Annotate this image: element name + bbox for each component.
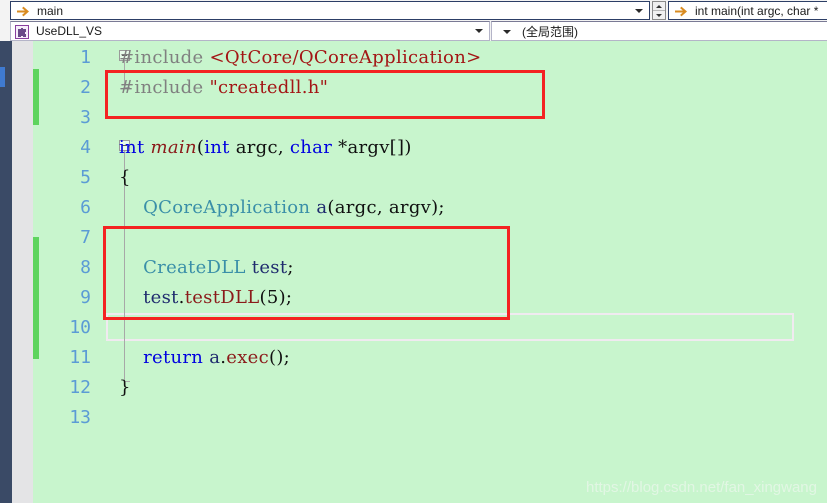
code-editor[interactable]: 1 #include <QtCore/QCoreApplication> 2 #inc… — [0, 41, 827, 503]
project-puzzle-icon — [15, 25, 29, 39]
code-token: (); — [269, 347, 291, 368]
line-number: 4 — [80, 137, 91, 158]
code-token: char — [289, 137, 333, 158]
line-content[interactable]: return a.exec(); — [119, 343, 290, 373]
code-line[interactable]: 6 QCoreApplication a(argc, argv); — [33, 193, 827, 223]
code-line[interactable]: 4 int main(int argc, char *argv[]) — [33, 133, 827, 163]
code-line[interactable]: 12} — [33, 373, 827, 403]
scope-dropdown[interactable]: (全局范围) — [491, 21, 827, 41]
scope-dropdown-value: (全局范围) — [522, 24, 578, 39]
chevron-down-icon[interactable] — [503, 30, 511, 34]
line-content[interactable]: } — [119, 373, 131, 403]
code-line[interactable]: 5{ — [33, 163, 827, 193]
line-number: 2 — [80, 77, 91, 98]
code-line[interactable]: 1 #include <QtCore/QCoreApplication> — [33, 43, 827, 73]
annotation-box-usage — [103, 226, 510, 320]
line-number: 10 — [69, 317, 91, 338]
chevron-down-icon[interactable] — [475, 29, 483, 33]
navigation-spinner[interactable] — [652, 1, 666, 20]
navigation-bar-row-1: main int main(int argc, char * — [0, 0, 827, 21]
code-token: a — [310, 197, 328, 218]
code-token: exec — [226, 347, 270, 368]
line-content[interactable]: { — [119, 163, 131, 193]
watermark-text: https://blog.csdn.net/fan_xingwang — [586, 479, 817, 496]
code-token: argc, — [229, 137, 290, 158]
visual-studio-editor-window: main int main(int argc, char * UseDLL_VS… — [0, 0, 827, 503]
member-dropdown-value: main — [37, 3, 64, 18]
editor-left-strip — [0, 41, 12, 503]
code-token: a — [203, 347, 221, 368]
line-number: 11 — [69, 347, 91, 368]
code-token: { — [119, 167, 131, 188]
line-number: 1 — [80, 47, 91, 68]
code-token: return — [119, 347, 204, 368]
annotation-box-include — [105, 70, 545, 119]
line-content[interactable]: int main(int argc, char *argv[]) — [119, 133, 412, 163]
line-number: 5 — [80, 167, 91, 188]
code-token: #include — [119, 47, 210, 68]
chevron-down-icon[interactable] — [635, 9, 643, 13]
line-number: 8 — [80, 257, 91, 278]
code-token: (argc, argv); — [327, 197, 445, 218]
arrow-right-icon — [17, 5, 31, 18]
line-number: 9 — [80, 287, 91, 308]
line-number: 7 — [80, 227, 91, 248]
spin-down-icon[interactable] — [653, 11, 665, 19]
code-token: } — [119, 377, 131, 398]
code-line[interactable]: 11 return a.exec(); — [33, 343, 827, 373]
line-content[interactable]: #include <QtCore/QCoreApplication> — [119, 43, 481, 73]
code-token: *argv[]) — [332, 137, 412, 158]
code-token: <QtCore/QCoreApplication> — [209, 47, 482, 68]
line-number: 3 — [80, 107, 91, 128]
code-token: int — [119, 137, 151, 158]
signature-dropdown[interactable]: int main(int argc, char * — [668, 1, 827, 20]
editor-selection-margin[interactable] — [12, 41, 33, 503]
code-token: int — [204, 137, 230, 158]
navigation-bar-row-2: UseDLL_VS (全局范围) — [0, 21, 827, 41]
line-number: 12 — [69, 377, 91, 398]
editor-position-marker — [0, 67, 5, 87]
line-content[interactable]: QCoreApplication a(argc, argv); — [119, 193, 445, 223]
project-dropdown[interactable]: UseDLL_VS — [10, 21, 490, 41]
signature-dropdown-value: int main(int argc, char * — [695, 3, 819, 18]
spin-up-icon[interactable] — [653, 2, 665, 11]
project-dropdown-value: UseDLL_VS — [36, 24, 103, 38]
member-dropdown[interactable]: main — [10, 1, 650, 20]
code-line[interactable]: 13 — [33, 403, 827, 433]
code-token: QCoreApplication — [119, 197, 311, 218]
code-token: main — [150, 137, 197, 158]
arrow-right-icon — [675, 5, 689, 18]
line-number: 13 — [69, 407, 91, 428]
line-number: 6 — [80, 197, 91, 218]
